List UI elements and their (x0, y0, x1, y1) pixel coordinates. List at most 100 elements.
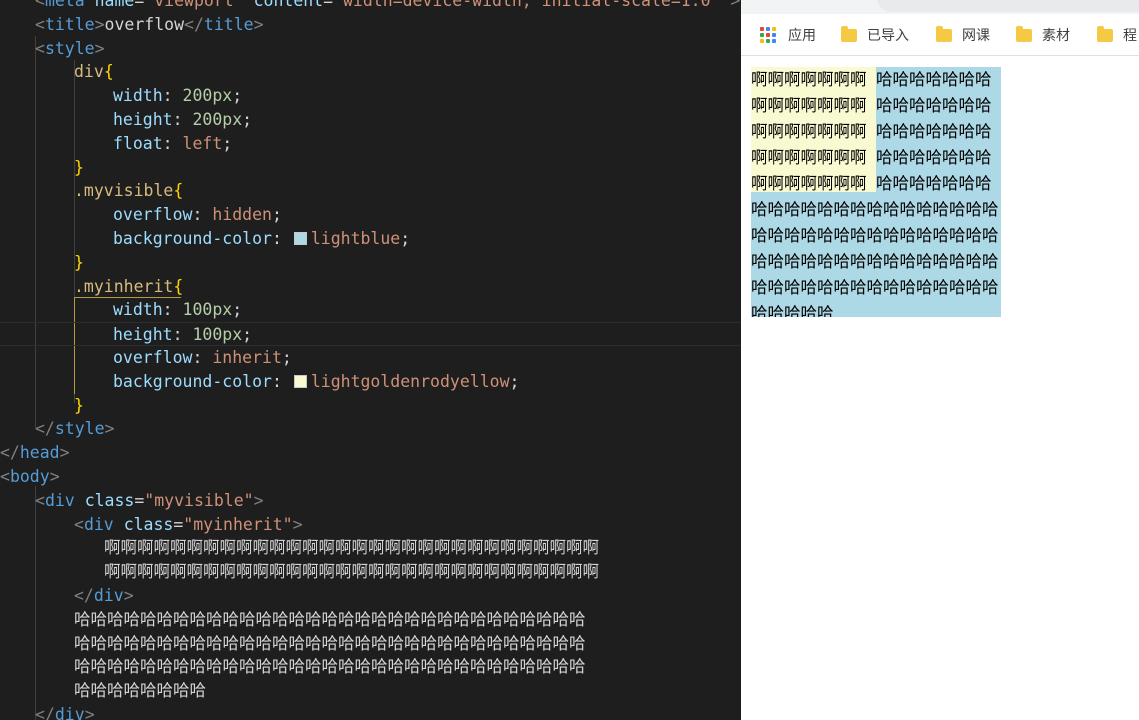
bookmark-label: 素材 (1042, 28, 1070, 44)
code-token: : (192, 205, 213, 225)
code-line-content: 哈哈哈哈哈哈哈哈哈哈哈哈哈哈哈哈哈哈哈哈哈哈哈哈哈哈哈哈哈哈哈 (74, 608, 586, 632)
bookmark-label: 网课 (962, 28, 990, 44)
bookmark-imported[interactable]: 已导入 (841, 25, 909, 45)
code-line-content: } (74, 251, 84, 275)
code-token: div (83, 514, 124, 534)
code-line-content: overflow: hidden; (113, 203, 282, 227)
bookmark-label: 程 (1123, 28, 1137, 44)
code-line-content: float: left; (113, 132, 232, 156)
code-line-content: 哈哈哈哈哈哈哈哈哈哈哈哈哈哈哈哈哈哈哈哈哈哈哈哈哈哈哈哈哈哈哈 (74, 655, 586, 679)
code-token: > (253, 14, 264, 34)
code-line-content: 哈哈哈哈哈哈哈哈哈哈哈哈哈哈哈哈哈哈哈哈哈哈哈哈哈哈哈哈哈哈哈 (74, 632, 586, 656)
code-token: lightgoldenrodyellow (310, 371, 510, 391)
bookmarks-bar: 应用 已导入 网课 素材 程 (741, 14, 1139, 56)
code-token: 100px (192, 325, 243, 345)
folder-icon (1097, 25, 1113, 42)
code-token: div (54, 705, 85, 720)
code-line-content: <title>overflow</title> (35, 13, 264, 37)
code-token: head (19, 443, 60, 463)
code-token: = (173, 514, 184, 534)
address-bar[interactable] (877, 0, 1139, 12)
code-token: title (44, 14, 95, 34)
code-token: < (35, 0, 45, 10)
bookmark-apps[interactable]: 应用 (760, 25, 816, 45)
code-token: { (173, 276, 184, 296)
code-token: title (203, 14, 254, 34)
code-token: ; (271, 205, 282, 225)
code-token: > (253, 490, 264, 510)
code-token: </ (74, 586, 94, 605)
code-editor[interactable]: <meta name="viewport" content="width=dev… (0, 0, 741, 720)
code-line-content: <div class="myvisible"> (35, 489, 264, 513)
code-token: ; (242, 110, 253, 129)
code-line-content: div{ (74, 60, 114, 84)
code-token: : (271, 229, 292, 248)
code-token: : (192, 348, 213, 367)
code-token: < (35, 490, 45, 510)
code-token: < (0, 467, 10, 486)
code-token: "myinherit" (183, 514, 293, 534)
code-token: "viewport" (144, 0, 254, 10)
code-token: body (9, 467, 50, 486)
code-token: } (74, 395, 84, 415)
code-token: div (44, 490, 85, 510)
code-token: overflow (104, 14, 185, 34)
folder-icon (1016, 25, 1032, 42)
bookmark-materials[interactable]: 素材 (1016, 25, 1070, 45)
code-token: div (93, 586, 124, 605)
code-token: ; (281, 348, 292, 367)
code-line-content: </div> (74, 584, 134, 608)
code-line-content: } (74, 156, 84, 180)
code-token: name (94, 0, 135, 10)
code-line-content: background-color: lightblue; (113, 227, 410, 251)
apps-grid-icon (760, 27, 776, 43)
myvisible-box: 啊啊啊啊啊啊啊啊啊啊啊啊啊啊啊啊啊啊啊啊啊啊啊啊啊啊啊啊啊啊啊啊啊啊啊啊啊啊啊啊… (751, 67, 1001, 317)
code-line-content: background-color: lightgoldenrodyellow; (113, 370, 519, 394)
code-line-content: <meta name="viewport" content="width=dev… (35, 0, 740, 13)
code-line[interactable]: height: 100px; (0, 322, 741, 346)
code-line-content: } (74, 394, 84, 418)
code-token: meta (44, 0, 95, 10)
browser-toolbar (741, 0, 1139, 14)
code-token: 200px (182, 86, 233, 106)
code-line-content: .myvisible{ (74, 179, 183, 203)
code-token: > (94, 14, 105, 34)
code-token: hidden (212, 205, 272, 225)
code-token: < (35, 38, 45, 58)
code-line-content: .myinherit{ (74, 275, 183, 299)
code-token: { (103, 62, 114, 82)
code-token: > (49, 467, 60, 486)
code-token: </ (184, 14, 204, 34)
bookmark-program[interactable]: 程 (1097, 25, 1137, 45)
indent-guide (35, 486, 36, 720)
code-line-content: height: 200px; (113, 108, 252, 132)
code-token: > (123, 586, 134, 605)
code-line-content: width: 100px; (113, 298, 242, 322)
bookmark-label: 已导入 (867, 28, 909, 44)
code-token: class (84, 490, 135, 510)
bookmark-courses[interactable]: 网课 (936, 25, 990, 45)
code-token: height (113, 325, 173, 345)
code-line-content: </div> (35, 703, 95, 720)
code-token: "myvisible" (144, 490, 254, 510)
code-token: : (162, 86, 183, 106)
code-token: ; (232, 300, 243, 320)
code-token: overflow (113, 348, 193, 367)
myinherit-box: 啊啊啊啊啊啊啊啊啊啊啊啊啊啊啊啊啊啊啊啊啊啊啊啊啊啊啊啊啊啊啊啊啊啊啊啊啊啊啊啊… (751, 67, 876, 192)
code-token: inherit (212, 348, 282, 367)
code-token: ; (232, 86, 243, 106)
code-token: ; (222, 133, 233, 153)
code-token: .myvisible (74, 181, 174, 201)
folder-icon (936, 25, 952, 42)
page-viewport: 啊啊啊啊啊啊啊啊啊啊啊啊啊啊啊啊啊啊啊啊啊啊啊啊啊啊啊啊啊啊啊啊啊啊啊啊啊啊啊啊… (741, 57, 1139, 720)
code-line-content: 啊啊啊啊啊啊啊啊啊啊啊啊啊啊啊啊啊啊啊啊啊啊啊啊啊啊啊啊啊啊 (104, 560, 599, 584)
code-token: background-color (113, 371, 272, 391)
code-token: > (720, 0, 741, 10)
code-token: </ (35, 419, 55, 439)
indent-guide (35, 36, 36, 428)
code-token: left (182, 133, 223, 153)
color-swatch-icon[interactable] (293, 374, 307, 388)
code-line-content: <style> (35, 37, 105, 61)
color-swatch-icon[interactable] (293, 232, 307, 245)
folder-icon (841, 25, 857, 42)
